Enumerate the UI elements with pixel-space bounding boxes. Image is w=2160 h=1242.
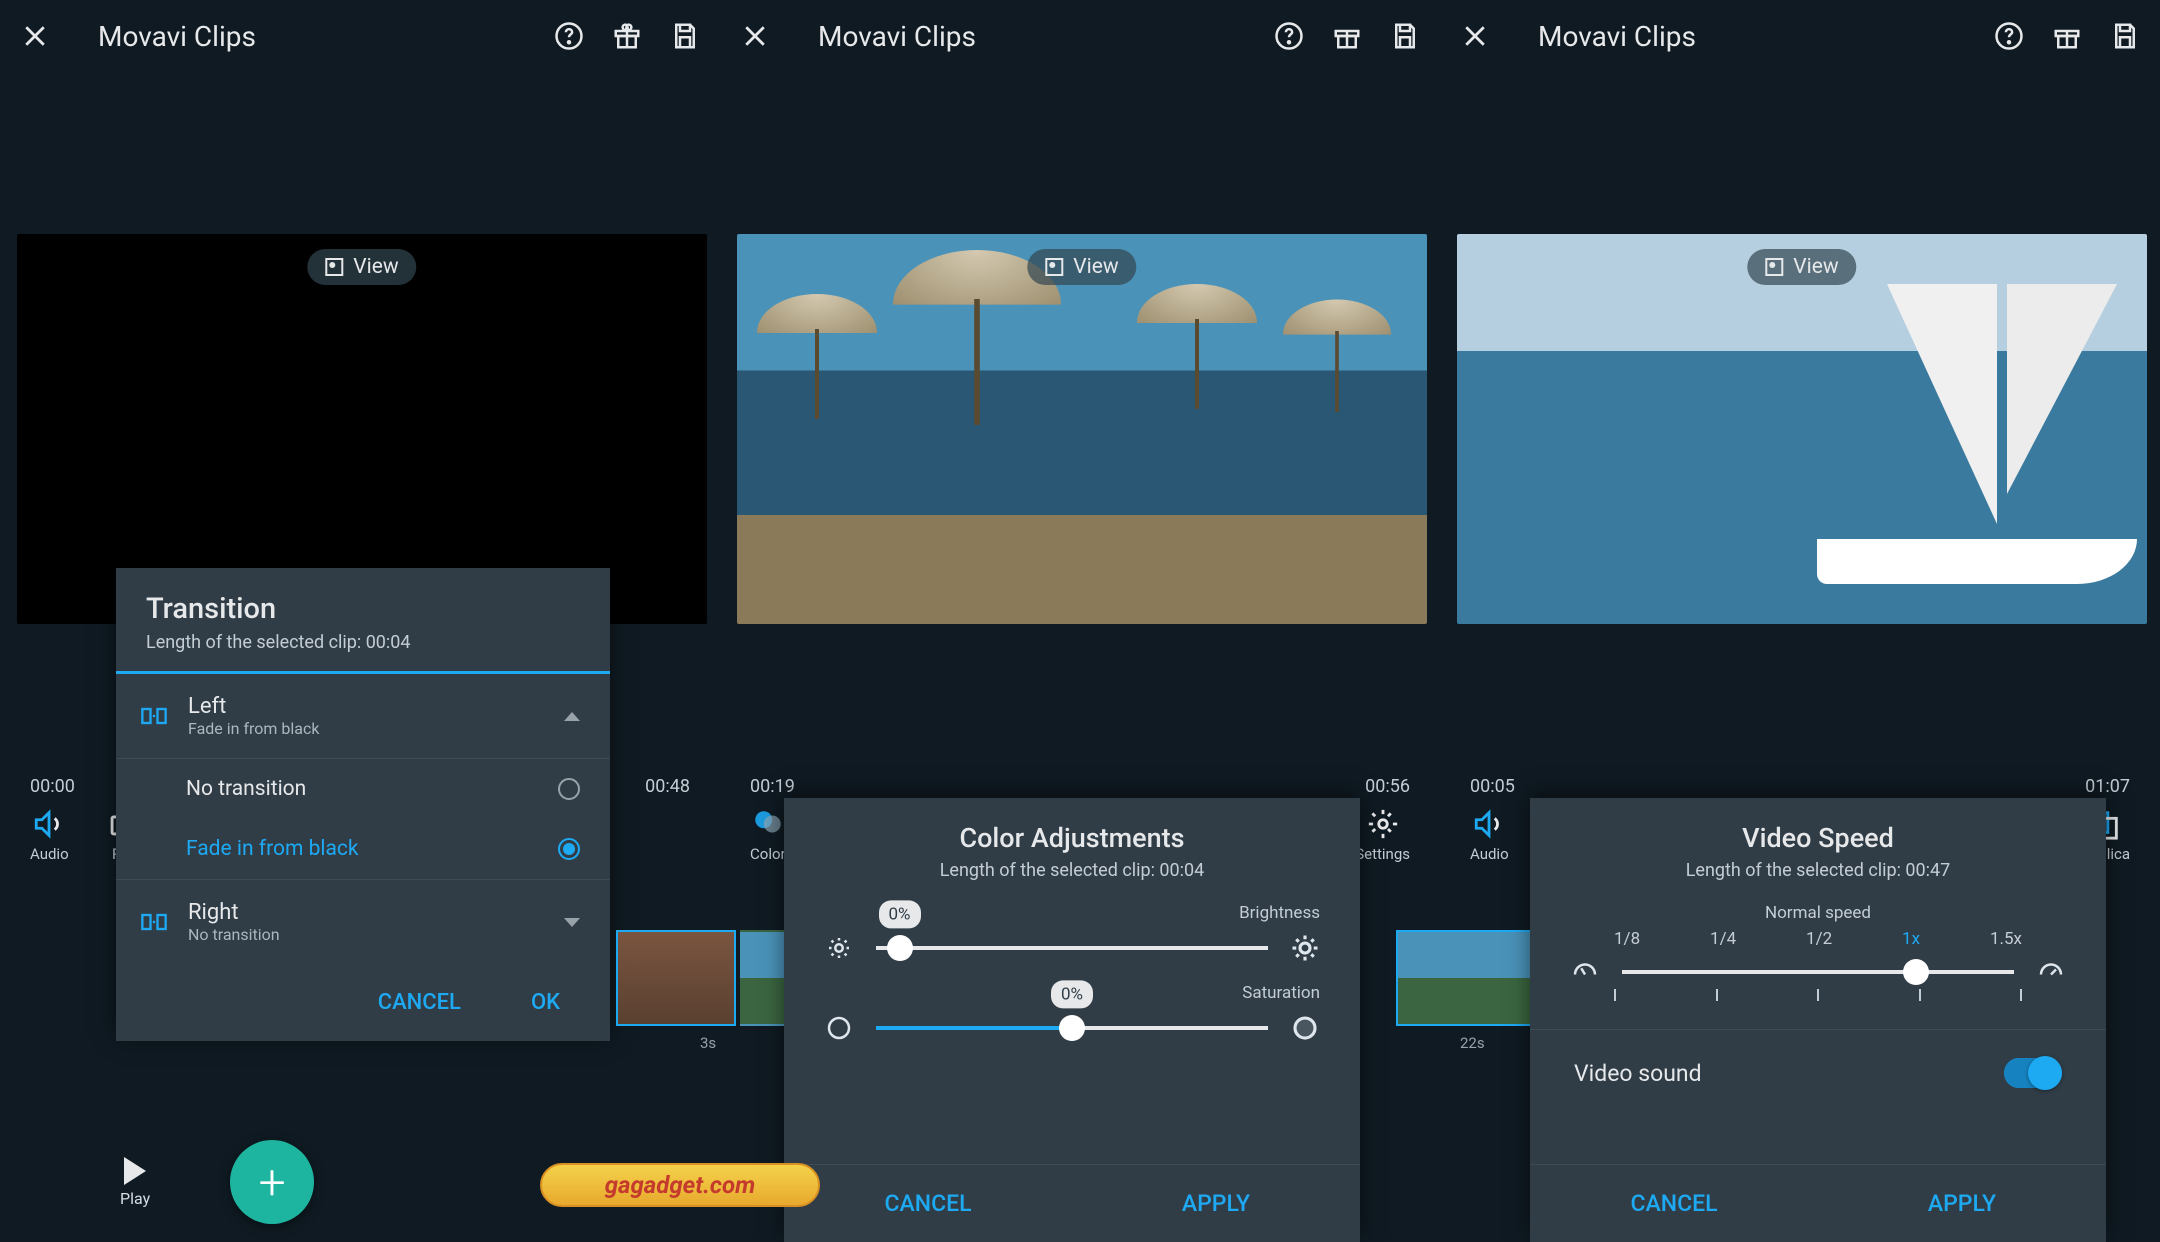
tool-audio[interactable]: Audio	[30, 807, 69, 863]
speed-title: Video Speed	[1530, 822, 2106, 854]
speed-fast-icon	[2036, 957, 2066, 987]
saturation-high-icon	[1290, 1013, 1320, 1043]
speed-slider[interactable]	[1530, 949, 2106, 987]
help-icon[interactable]	[1994, 21, 2024, 51]
speed-normal-label: Normal speed	[1530, 903, 2106, 923]
saturation-bubble: 0%	[1051, 980, 1093, 1008]
speed-cancel-button[interactable]: CANCEL	[1530, 1165, 1818, 1242]
slider-knob[interactable]	[887, 935, 913, 961]
view-button[interactable]: View	[1747, 249, 1856, 285]
color-title: Color Adjustments	[784, 822, 1360, 854]
chevron-up-icon	[564, 712, 580, 721]
time-left: 00:05	[1470, 776, 1515, 797]
topbar: Movavi Clips	[1440, 0, 2160, 72]
transition-option-none[interactable]: No transition	[116, 759, 610, 819]
saturation-slider[interactable]: 0%	[824, 1013, 1320, 1043]
close-icon[interactable]	[740, 21, 770, 51]
topbar: Movavi Clips	[0, 0, 720, 72]
time-left: 00:19	[750, 776, 795, 797]
time-right: 01:07	[2085, 776, 2130, 797]
view-label: View	[1793, 255, 1838, 279]
help-icon[interactable]	[554, 21, 584, 51]
transition-right-icon	[140, 908, 168, 936]
brightness-slider[interactable]: 0%	[824, 933, 1320, 963]
close-icon[interactable]	[1460, 21, 1490, 51]
image-icon	[325, 258, 343, 276]
chevron-down-icon	[564, 918, 580, 927]
transition-left-icon	[140, 702, 168, 730]
save-icon[interactable]	[2110, 21, 2140, 51]
preview-area: View	[1457, 234, 2147, 624]
preview-area: View	[737, 234, 1427, 624]
preview-area: View	[17, 234, 707, 624]
watermark: gagadget.com	[540, 1163, 820, 1207]
slider-knob[interactable]	[1059, 1015, 1085, 1041]
app-title: Movavi Clips	[818, 20, 1246, 53]
transition-subtitle: Length of the selected clip: 00:04	[146, 632, 580, 653]
transition-title: Transition	[146, 592, 580, 626]
brightness-low-icon	[824, 933, 854, 963]
image-icon	[1765, 258, 1783, 276]
tool-audio[interactable]: Audio	[1470, 807, 1509, 863]
sound-toggle[interactable]	[2004, 1058, 2062, 1088]
view-button[interactable]: View	[1027, 249, 1136, 285]
transition-cancel-button[interactable]: CANCEL	[378, 990, 461, 1015]
close-icon[interactable]	[20, 21, 50, 51]
add-clip-button[interactable]: +	[230, 1140, 314, 1224]
saturation-low-icon	[824, 1013, 854, 1043]
gift-icon[interactable]	[2052, 21, 2082, 51]
radio-icon	[558, 778, 580, 800]
screen-transition: Movavi Clips View 00:00 00:48 Audio R…	[0, 0, 720, 1242]
transition-right-section[interactable]: Right No transition	[116, 880, 610, 964]
gift-icon[interactable]	[612, 21, 642, 51]
view-button[interactable]: View	[307, 249, 416, 285]
color-cancel-button[interactable]: CANCEL	[784, 1165, 1072, 1242]
speed-apply-button[interactable]: APPLY	[1818, 1165, 2106, 1242]
app-title: Movavi Clips	[98, 20, 526, 53]
gift-icon[interactable]	[1332, 21, 1362, 51]
save-icon[interactable]	[670, 21, 700, 51]
image-icon	[1045, 258, 1063, 276]
play-button[interactable]: Play	[120, 1157, 150, 1208]
brightness-high-icon	[1290, 933, 1320, 963]
speed-slow-icon	[1570, 957, 1600, 987]
color-apply-button[interactable]: APPLY	[1072, 1165, 1360, 1242]
time-left: 00:00	[30, 776, 75, 797]
transition-panel: Transition Length of the selected clip: …	[116, 568, 610, 1041]
transition-ok-button[interactable]: OK	[531, 990, 560, 1015]
brightness-bubble: 0%	[879, 900, 921, 928]
radio-selected-icon	[558, 838, 580, 860]
view-label: View	[353, 255, 398, 279]
slider-knob[interactable]	[1903, 959, 1929, 985]
screen-color: Movavi Clips View 00:19 00:56 Color Dupl…	[720, 0, 1440, 1242]
save-icon[interactable]	[1390, 21, 1420, 51]
sound-label: Video sound	[1574, 1060, 1702, 1087]
clip-thumb[interactable]	[616, 930, 736, 1026]
color-panel: Color Adjustments Length of the selected…	[784, 798, 1360, 1242]
app-title: Movavi Clips	[1538, 20, 1966, 53]
color-subtitle: Length of the selected clip: 00:04	[784, 860, 1360, 881]
speed-panel: Video Speed Length of the selected clip:…	[1530, 798, 2106, 1242]
help-icon[interactable]	[1274, 21, 1304, 51]
transition-left-section[interactable]: Left Fade in from black	[116, 674, 610, 759]
speed-subtitle: Length of the selected clip: 00:47	[1530, 860, 2106, 881]
time-right: 00:48	[645, 776, 690, 797]
time-right: 00:56	[1365, 776, 1410, 797]
tool-settings[interactable]: Settings	[1355, 807, 1410, 863]
transition-option-fade[interactable]: Fade in from black	[116, 819, 610, 879]
topbar: Movavi Clips	[720, 0, 1440, 72]
view-label: View	[1073, 255, 1118, 279]
screen-speed: Movavi Clips View 00:05 01:07 Audio Dupl…	[1440, 0, 2160, 1242]
tool-color[interactable]: Color	[750, 807, 786, 863]
